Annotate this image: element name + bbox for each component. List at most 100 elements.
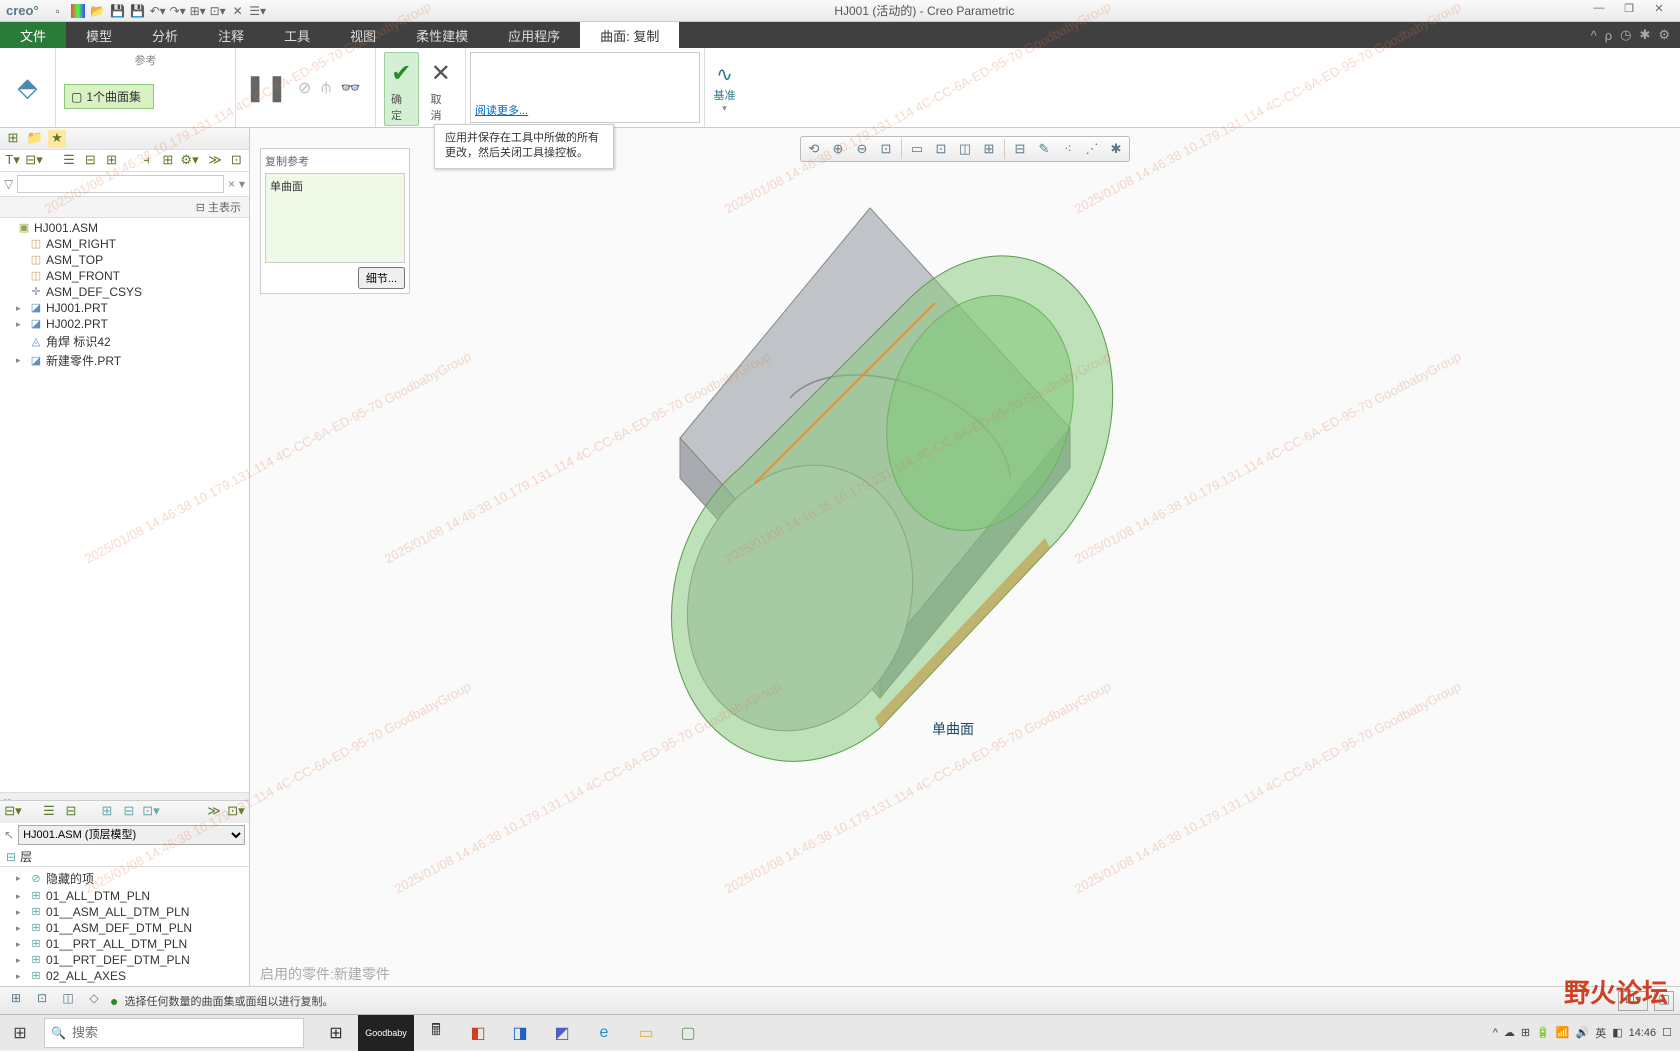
settings-icon[interactable]: ⚙: [1658, 27, 1670, 43]
layer-node[interactable]: ▸⊞01__PRT_DEF_DTM_PLN: [2, 952, 247, 968]
tray-battery-icon[interactable]: 🔋: [1536, 1026, 1550, 1039]
tb-app-goodbaby[interactable]: Goodbaby: [358, 1015, 414, 1051]
cancel-button[interactable]: ✕ 取消: [425, 53, 458, 125]
vt-13[interactable]: ⋰: [1081, 139, 1103, 159]
tab-flex[interactable]: 柔性建模: [396, 22, 488, 48]
qat-color[interactable]: [71, 4, 85, 18]
graphics-canvas[interactable]: ⟲ ⊕ ⊖ ⊡ ▭ ⊡ ◫ ⊞ ⊟ ✎ ⁖ ⋰ ✱: [250, 128, 1680, 986]
lt-4[interactable]: ⊞: [98, 803, 116, 821]
tray-weather-icon[interactable]: ☁: [1504, 1026, 1515, 1039]
tt2-9[interactable]: ≫: [206, 152, 223, 170]
tt2-3[interactable]: ☰: [60, 152, 77, 170]
close-button[interactable]: ✕: [1646, 2, 1672, 20]
taskbar-search-input[interactable]: [72, 1025, 297, 1040]
tree-tool-1[interactable]: ⊞: [4, 130, 22, 148]
tray-wifi-icon[interactable]: 📶: [1556, 1026, 1570, 1039]
tb-app-teams[interactable]: ◩: [542, 1015, 582, 1051]
vt-zoom[interactable]: ⊡: [875, 139, 897, 159]
tree-tool-3[interactable]: ★: [48, 130, 66, 148]
tree-tool-2[interactable]: 📁: [26, 130, 44, 148]
layer-node[interactable]: ▸⊞01__PRT_ALL_DTM_PLN: [2, 936, 247, 952]
vt-8[interactable]: ⊞: [978, 139, 1000, 159]
lt-2[interactable]: ☰: [40, 803, 58, 821]
clear-search-icon[interactable]: ×: [228, 177, 235, 191]
refpanel-list[interactable]: 单曲面: [265, 173, 405, 263]
tt2-7[interactable]: ⊞: [159, 152, 176, 170]
layer-node[interactable]: ▸⊞01__ASM_ALL_DTM_PLN: [2, 904, 247, 920]
tt2-10[interactable]: ⊡: [228, 152, 245, 170]
layer-node[interactable]: ▸⊞01_ALL_DTM_PLN: [2, 888, 247, 904]
maximize-button[interactable]: ❐: [1616, 2, 1642, 20]
lt-1[interactable]: ⊟▾: [4, 803, 22, 821]
tray-notifications-icon[interactable]: ☐: [1662, 1026, 1672, 1039]
filter-icon[interactable]: ▽: [4, 177, 13, 191]
layer-node[interactable]: ▸⊞01__ASM_DEF_DTM_PLN: [2, 920, 247, 936]
tab-surface-copy[interactable]: 曲面: 复制: [580, 22, 679, 48]
tree-node[interactable]: ▸◪HJ002.PRT: [2, 316, 247, 332]
tree-node[interactable]: ▸◪新建零件.PRT: [2, 351, 247, 370]
tray-expand-icon[interactable]: ^: [1493, 1027, 1498, 1039]
layer-tree[interactable]: ▸⊘隐藏的项▸⊞01_ALL_DTM_PLN▸⊞01__ASM_ALL_DTM_…: [0, 867, 249, 986]
vt-10[interactable]: ⊟: [1009, 139, 1031, 159]
tab-apps[interactable]: 应用程序: [488, 22, 580, 48]
tray-volume-icon[interactable]: 🔊: [1575, 1026, 1589, 1039]
sb-icon-4[interactable]: ◇: [84, 991, 104, 1011]
lt-6[interactable]: ⊡▾: [142, 803, 160, 821]
pause-button[interactable]: ❚❚: [244, 66, 288, 110]
tb-app-ppt[interactable]: ◧: [458, 1015, 498, 1051]
pointer-icon[interactable]: ↖: [4, 828, 14, 842]
search-dropdown-icon[interactable]: ▾: [239, 177, 245, 191]
glasses-icon[interactable]: 👓: [341, 78, 361, 98]
measure-icon[interactable]: ⫛: [321, 79, 331, 97]
tb-app-edge[interactable]: e: [584, 1015, 624, 1051]
tree-node[interactable]: ◫ASM_TOP: [2, 252, 247, 268]
vt-7[interactable]: ◫: [954, 139, 976, 159]
tray-ime[interactable]: 英: [1595, 1025, 1606, 1041]
qat-open[interactable]: 📂: [89, 2, 107, 20]
tb-app-outlook[interactable]: ◨: [500, 1015, 540, 1051]
tray-icon[interactable]: ◧: [1612, 1026, 1622, 1039]
tree-node[interactable]: ▸◪HJ001.PRT: [2, 300, 247, 316]
vt-refit[interactable]: ⟲: [803, 139, 825, 159]
vt-14[interactable]: ✱: [1105, 139, 1127, 159]
details-button[interactable]: 细节...: [358, 267, 405, 289]
sb-icon-2[interactable]: ⊡: [32, 991, 52, 1011]
collapse-ribbon-icon[interactable]: ^: [1591, 28, 1597, 43]
tree-node[interactable]: ◬角焊 标识42: [2, 332, 247, 351]
vt-zoomout[interactable]: ⊖: [851, 139, 873, 159]
tb-app-explorer[interactable]: ▭: [626, 1015, 666, 1051]
tree-header[interactable]: ⊟ 主表示: [0, 196, 249, 218]
qat-redo[interactable]: ↷▾: [169, 2, 187, 20]
search-icon[interactable]: ρ: [1605, 28, 1612, 43]
sb-icon-3[interactable]: ◫: [58, 991, 78, 1011]
tb-app-taskview[interactable]: ⊞: [316, 1015, 356, 1051]
taskbar-search[interactable]: 🔍: [44, 1018, 304, 1048]
read-more-link[interactable]: 阅读更多...: [475, 102, 528, 118]
tb-app-creo[interactable]: ▢: [668, 1015, 708, 1051]
tt2-5[interactable]: ⊞: [103, 152, 120, 170]
layer-header[interactable]: ⊟层: [0, 847, 249, 867]
layer-node[interactable]: ▸⊞02_ALL_AXES: [2, 968, 247, 984]
tt2-4[interactable]: ⊟: [82, 152, 99, 170]
lt-3[interactable]: ⊟: [62, 803, 80, 821]
tt2-8[interactable]: ⚙▾: [180, 152, 198, 170]
tt2-6[interactable]: ⫞: [138, 152, 155, 170]
vt-5[interactable]: ▭: [906, 139, 928, 159]
no-icon[interactable]: ⊘: [298, 78, 311, 98]
sb-icon-1[interactable]: ⊞: [6, 991, 26, 1011]
vt-11[interactable]: ✎: [1033, 139, 1055, 159]
qat-new[interactable]: ▫: [49, 2, 67, 20]
qat-close[interactable]: ✕: [229, 2, 247, 20]
qat-save2[interactable]: 💾: [129, 2, 147, 20]
tray-clock[interactable]: 14:46: [1629, 1027, 1657, 1039]
tt2-2[interactable]: ⊟▾: [25, 152, 42, 170]
vt-6[interactable]: ⊡: [930, 139, 952, 159]
tree-node[interactable]: ◫ASM_RIGHT: [2, 236, 247, 252]
tree-node[interactable]: ◫ASM_FRONT: [2, 268, 247, 284]
model-tree[interactable]: ▣HJ001.ASM◫ASM_RIGHT◫ASM_TOP◫ASM_FRONT✛A…: [0, 218, 249, 792]
lt-5[interactable]: ⊟: [120, 803, 138, 821]
qat-windows[interactable]: ⊡▾: [209, 2, 227, 20]
minimize-button[interactable]: —: [1586, 2, 1612, 20]
tab-view[interactable]: 视图: [330, 22, 396, 48]
tb-app-calc[interactable]: 🖩: [416, 1015, 456, 1051]
